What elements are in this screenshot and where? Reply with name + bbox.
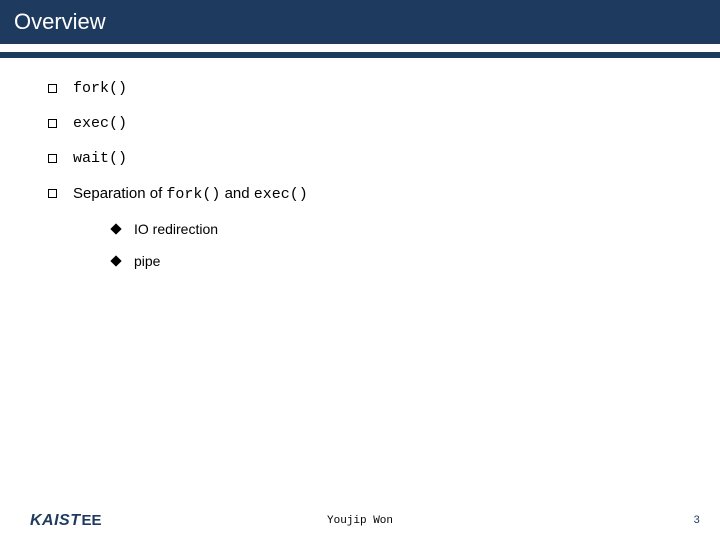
- logo-main: KAIST: [30, 512, 81, 529]
- text-part: and: [220, 185, 253, 202]
- sublist: IO redirection pipe: [48, 221, 672, 269]
- code-part: fork(): [166, 186, 220, 203]
- sub-bullet-item: IO redirection: [112, 221, 672, 237]
- sub-bullet-item: pipe: [112, 253, 672, 269]
- bullet-item: exec(): [48, 115, 672, 132]
- code-part: exec(): [254, 186, 308, 203]
- title-gap: [0, 44, 720, 52]
- bullet-text: fork(): [73, 80, 127, 97]
- title-bar: Overview: [0, 0, 720, 44]
- content-area: fork() exec() wait() Separation of fork(…: [0, 58, 720, 269]
- logo-suffix: EE: [82, 512, 102, 529]
- bullet-text: wait(): [73, 150, 127, 167]
- sub-bullet-text: IO redirection: [134, 221, 218, 237]
- bullet-text: Separation of fork() and exec(): [73, 185, 308, 203]
- diamond-bullet-icon: [110, 255, 121, 266]
- bullet-item: Separation of fork() and exec(): [48, 185, 672, 203]
- square-bullet-icon: [48, 189, 57, 198]
- logo: KAISTEE: [30, 512, 102, 530]
- bullet-text: exec(): [73, 115, 127, 132]
- sub-bullet-text: pipe: [134, 253, 160, 269]
- text-part: Separation of: [73, 185, 166, 202]
- slide: Overview fork() exec() wait() Separation…: [0, 0, 720, 540]
- diamond-bullet-icon: [110, 223, 121, 234]
- square-bullet-icon: [48, 154, 57, 163]
- bullet-item: wait(): [48, 150, 672, 167]
- footer: KAISTEE Youjip Won 3: [0, 512, 720, 530]
- square-bullet-icon: [48, 119, 57, 128]
- footer-author: Youjip Won: [327, 515, 393, 527]
- square-bullet-icon: [48, 84, 57, 93]
- bullet-item: fork(): [48, 80, 672, 97]
- slide-title: Overview: [14, 9, 106, 35]
- page-number: 3: [693, 515, 700, 527]
